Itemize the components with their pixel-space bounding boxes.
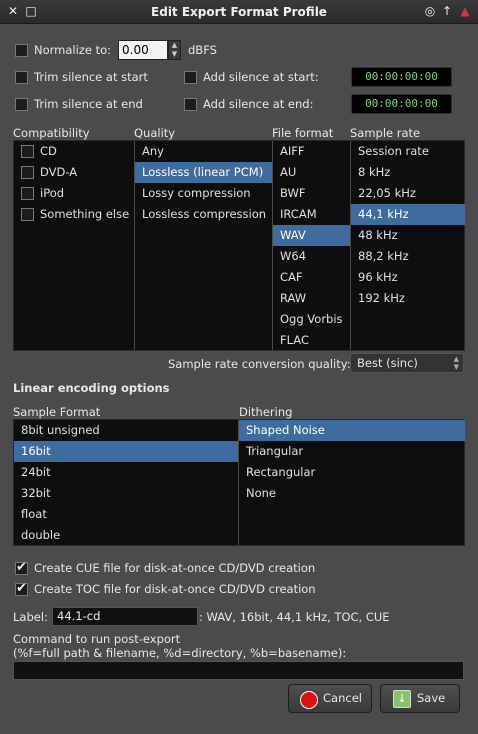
cancel-button[interactable]: Cancel — [288, 684, 372, 713]
list-item[interactable]: Session rate — [351, 141, 465, 162]
save-label: Save — [417, 691, 446, 705]
normalize-unit: dBFS — [188, 43, 217, 57]
add-end-checkbox[interactable] — [184, 98, 197, 111]
warning-icon[interactable]: ▲ — [458, 4, 472, 18]
list-item[interactable]: Any — [135, 141, 272, 162]
src-quality-value: Best (sinc) — [357, 356, 418, 370]
label-summary: : WAV, 16bit, 44,1 kHz, TOC, CUE — [199, 610, 390, 624]
format-lists: CD DVD-A iPod Something else Any Lossles… — [13, 140, 465, 351]
list-item[interactable]: 32bit — [14, 483, 238, 504]
list-item-selected[interactable]: WAV — [273, 225, 350, 246]
list-item[interactable]: 96 kHz — [351, 267, 465, 288]
list-item[interactable]: Lossy compression — [135, 183, 272, 204]
list-item-selected[interactable]: Shaped Noise — [239, 420, 465, 441]
quality-list: Any Lossless (linear PCM) Lossy compress… — [135, 141, 272, 350]
list-item[interactable]: 88,2 kHz — [351, 246, 465, 267]
cancel-label: Cancel — [323, 691, 362, 705]
list-item[interactable]: double — [14, 525, 238, 546]
command-label-line1: Command to run post-export — [13, 632, 181, 646]
list-item[interactable]: 48 kHz — [351, 225, 465, 246]
window-title: Edit Export Format Profile — [151, 5, 327, 19]
list-item[interactable]: IRCAM — [273, 204, 350, 225]
list-item-selected[interactable]: 16bit — [14, 441, 238, 462]
list-item[interactable]: Something else — [14, 204, 134, 225]
list-item[interactable]: RAW — [273, 288, 350, 309]
stop-icon — [300, 691, 318, 709]
list-item[interactable]: Triangular — [239, 441, 465, 462]
list-item[interactable]: FLAC — [273, 330, 350, 351]
save-button[interactable]: ↓ Save — [380, 684, 460, 713]
list-item[interactable]: AU — [273, 162, 350, 183]
save-icon: ↓ — [393, 690, 411, 708]
list-item[interactable]: Ogg Vorbis — [273, 309, 350, 330]
trim-end-checkbox[interactable] — [15, 98, 28, 111]
sample-format-header: Sample Format — [13, 405, 101, 419]
dithering-header: Dithering — [239, 405, 293, 419]
list-item[interactable]: iPod — [14, 183, 134, 204]
list-item[interactable]: BWF — [273, 183, 350, 204]
command-input[interactable] — [13, 661, 464, 680]
label-field-label: Label: — [13, 610, 48, 624]
sample-format-list: 8bit unsigned 16bit 24bit 32bit float do… — [14, 420, 238, 545]
compatibility-header: Compatibility — [13, 126, 90, 140]
list-item-selected[interactable]: Lossless (linear PCM) — [135, 162, 272, 183]
list-item[interactable]: DVD-A — [14, 162, 134, 183]
list-item[interactable]: 8 kHz — [351, 162, 465, 183]
compat-else-checkbox[interactable] — [21, 208, 34, 221]
list-item[interactable]: Rectangular — [239, 462, 465, 483]
normalize-checkbox[interactable] — [15, 44, 28, 57]
sample-rate-header: Sample rate — [350, 126, 421, 140]
list-item[interactable]: CD — [14, 141, 134, 162]
command-label-line2: (%f=full path & filename, %d=directory, … — [13, 646, 347, 660]
list-item[interactable]: W64 — [273, 246, 350, 267]
list-item[interactable]: Lossless compression — [135, 204, 272, 225]
list-item[interactable]: 22,05 kHz — [351, 183, 465, 204]
normalize-value-input[interactable]: 0.00 — [118, 40, 168, 60]
add-start-time[interactable]: 00:00:00:00 — [351, 67, 452, 87]
settings-icon[interactable]: ◎ — [423, 4, 437, 18]
file-format-list: AIFF AU BWF IRCAM WAV W64 CAF RAW Ogg Vo… — [273, 141, 350, 350]
file-format-header: File format — [272, 126, 334, 140]
dithering-list: Shaped Noise Triangular Rectangular None — [239, 420, 465, 545]
toc-label: Create TOC file for disk-at-once CD/DVD … — [34, 582, 316, 596]
list-item[interactable]: 192 kHz — [351, 288, 465, 309]
normalize-label: Normalize to: — [34, 43, 111, 57]
trim-start-checkbox[interactable] — [15, 71, 28, 84]
compat-label: Something else — [40, 207, 130, 221]
src-quality-select[interactable]: Best (sinc) ▲ ▼ — [350, 353, 464, 373]
compat-ipod-checkbox[interactable] — [21, 187, 34, 200]
title-bar: ✕ □ Edit Export Format Profile ◎ ↑ ▲ — [0, 0, 478, 24]
add-start-label: Add silence at start: — [203, 70, 319, 84]
compat-label: CD — [40, 144, 57, 158]
arrow-up-icon[interactable]: ↑ — [440, 4, 454, 18]
compat-label: iPod — [40, 186, 65, 200]
add-start-checkbox[interactable] — [184, 71, 197, 84]
sample-rate-list: Session rate 8 kHz 22,05 kHz 44,1 kHz 48… — [351, 141, 465, 350]
trim-end-label: Trim silence at end — [34, 97, 143, 111]
quality-header: Quality — [134, 126, 176, 140]
compat-cd-checkbox[interactable] — [21, 145, 34, 158]
list-item[interactable]: None — [239, 483, 465, 504]
label-input[interactable]: 44.1-cd — [52, 607, 198, 626]
list-item[interactable]: float — [14, 504, 238, 525]
normalize-spinner[interactable]: ▲ ▼ — [168, 40, 181, 60]
compat-label: DVD-A — [40, 165, 78, 179]
compatibility-list: CD DVD-A iPod Something else — [14, 141, 134, 350]
compat-dvda-checkbox[interactable] — [21, 166, 34, 179]
cue-checkbox[interactable] — [15, 560, 28, 575]
add-end-time[interactable]: 00:00:00:00 — [351, 94, 452, 114]
src-quality-label: Sample rate conversion quality: — [168, 357, 351, 371]
list-item[interactable]: 8bit unsigned — [14, 420, 238, 441]
list-item-selected[interactable]: 44,1 kHz — [351, 204, 465, 225]
encoding-lists: 8bit unsigned 16bit 24bit 32bit float do… — [13, 419, 465, 546]
toc-checkbox[interactable] — [15, 581, 28, 596]
trim-start-label: Trim silence at start — [34, 70, 148, 84]
list-item[interactable]: CAF — [273, 267, 350, 288]
add-end-label: Add silence at end: — [203, 97, 314, 111]
spinner-arrows-icon: ▲ ▼ — [453, 355, 459, 371]
list-item[interactable]: 24bit — [14, 462, 238, 483]
cue-label: Create CUE file for disk-at-once CD/DVD … — [34, 561, 316, 575]
list-item[interactable]: AIFF — [273, 141, 350, 162]
linear-options-title: Linear encoding options — [13, 381, 170, 395]
